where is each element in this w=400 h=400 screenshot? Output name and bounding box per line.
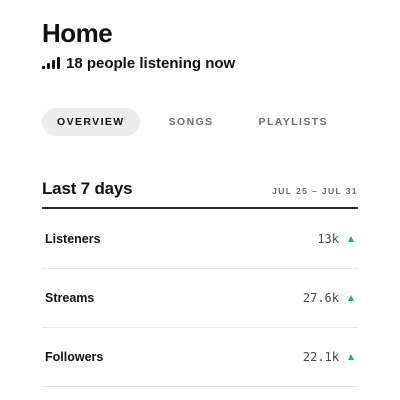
stat-value-group: 13k	[317, 232, 354, 246]
tab-playlists[interactable]: PLAYLISTS	[259, 108, 328, 136]
stat-row-listeners[interactable]: Listeners 13k	[42, 210, 358, 269]
trend-up-icon	[348, 354, 354, 360]
listening-now-indicator: 18 people listening now	[42, 53, 235, 73]
date-range: JUL 25 – JUL 31	[272, 186, 358, 196]
stat-value-group: 27.6k	[303, 291, 354, 305]
stat-row-followers[interactable]: Followers 22.1k	[42, 328, 358, 387]
page-title: Home	[42, 18, 113, 48]
tab-songs[interactable]: SONGS	[169, 108, 214, 136]
stat-row-streams[interactable]: Streams 27.6k	[42, 269, 358, 328]
tab-bar: OVERVIEW SONGS PLAYLISTS	[42, 108, 328, 136]
trend-up-icon	[348, 295, 354, 301]
stat-value: 13k	[317, 232, 339, 246]
stat-value: 27.6k	[302, 291, 339, 305]
stat-value-group: 22.1k	[303, 350, 354, 364]
trend-up-icon	[348, 236, 354, 242]
listening-now-text: 18 people listening now	[66, 54, 236, 72]
tab-overview[interactable]: OVERVIEW	[42, 108, 140, 136]
stat-label: Streams	[45, 291, 95, 305]
signal-bars-icon	[42, 57, 60, 69]
stat-label: Listeners	[45, 232, 101, 246]
summary-title: Last 7 days	[42, 179, 133, 198]
summary-header: Last 7 days JUL 25 – JUL 31	[42, 175, 358, 209]
stat-value: 22.1k	[302, 350, 339, 364]
stat-label: Followers	[45, 350, 104, 364]
stats-list: Listeners 13k Streams 27.6k Followers 22…	[42, 210, 358, 387]
home-page: Home 18 people listening now OVERVIEW SO…	[0, 0, 400, 400]
